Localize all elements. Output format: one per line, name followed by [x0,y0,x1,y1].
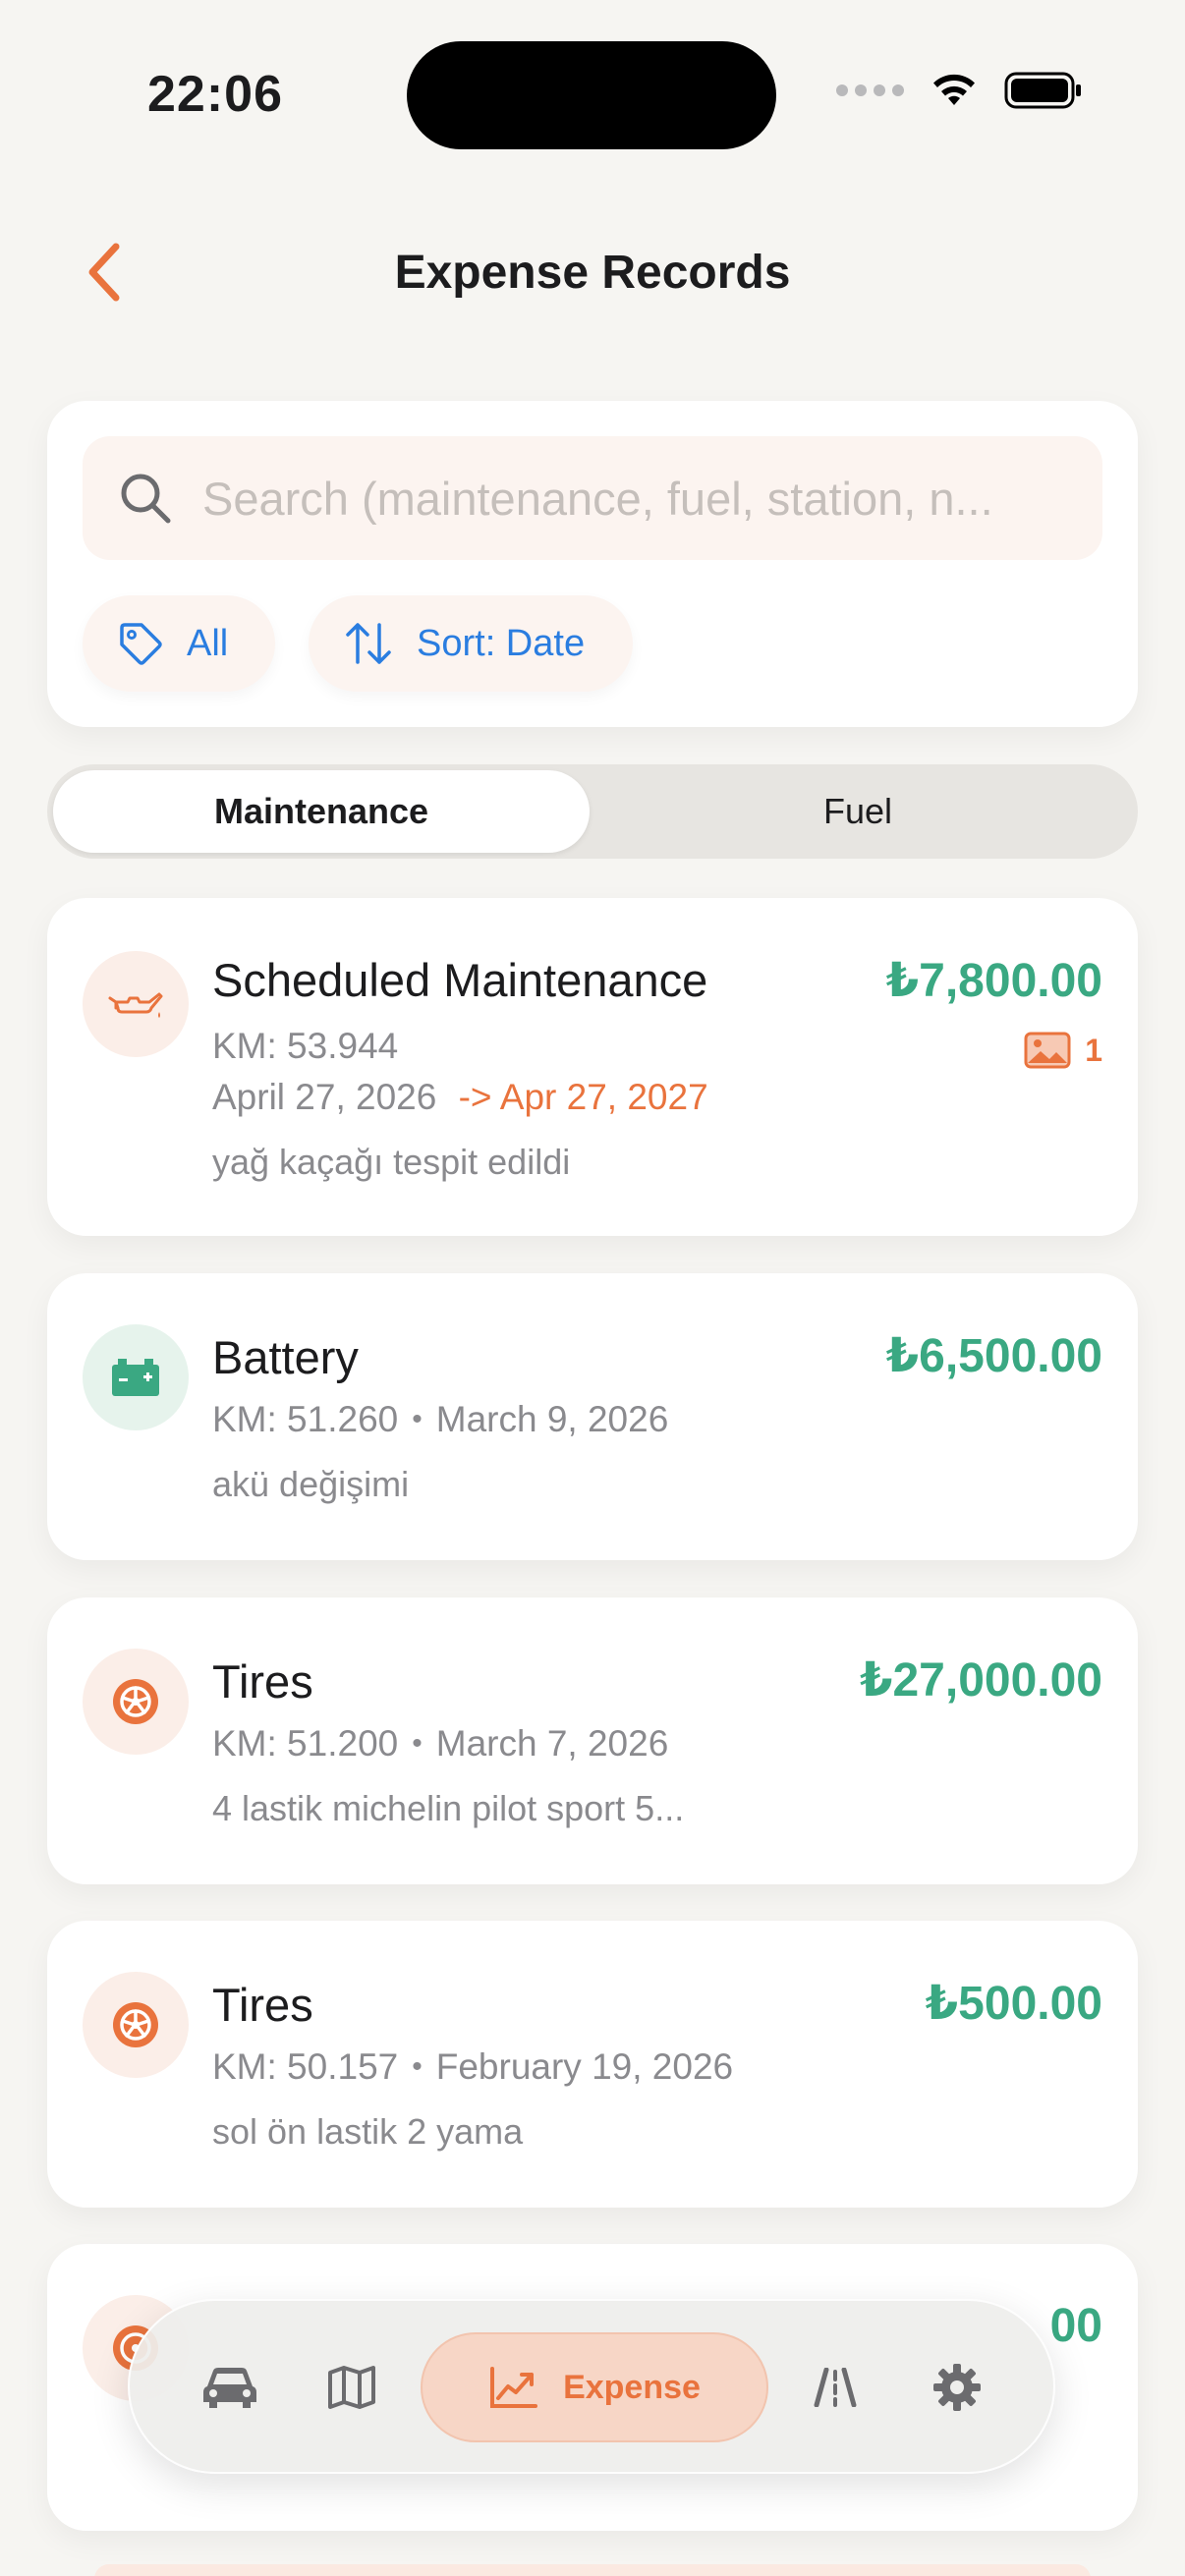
status-time: 22:06 [147,66,283,123]
segment-maintenance[interactable]: Maintenance [53,770,590,853]
record-date: February 19, 2026 [435,2046,734,2087]
filter-chip-all[interactable]: All [83,595,275,692]
record-amount: ₺7,800.00 [885,955,1102,1007]
record-date: March 9, 2026 [435,1399,669,1439]
status-icons [836,71,1083,110]
sort-chip-label: Sort: Date [417,622,586,664]
tire-icon [113,1679,158,1724]
record-date: March 7, 2026 [435,1723,669,1764]
photo-count: 1 [1085,1032,1102,1068]
tab-expense-label: Expense [563,2368,701,2406]
search-input[interactable]: Search (maintenance, fuel, station, n... [83,436,1102,560]
record-km-date: KM: 51.200 • March 7, 2026 [212,1723,669,1764]
bottom-tab-bar: Expense [128,2299,1055,2474]
road-icon [814,2368,857,2407]
segment-fuel[interactable]: Fuel [590,770,1126,853]
record-amount: ₺6,500.00 [885,1330,1102,1382]
record-title: Tires [212,1979,313,2031]
next-record-card-edge [94,2564,1091,2576]
search-filter-card: Search (maintenance, fuel, station, n...… [47,401,1138,727]
status-bar: 22:06 [0,0,1185,187]
map-icon [328,2366,375,2409]
record-amount: ₺500.00 [925,1978,1102,2030]
header: Expense Records [0,206,1185,334]
next-due-date: -> Apr 27, 2027 [458,1077,708,1117]
image-icon [1024,1032,1071,1069]
photo-count-badge[interactable]: 1 [1024,1032,1102,1069]
category-segmented-control: Maintenance Fuel [47,764,1138,859]
search-placeholder: Search (maintenance, fuel, station, n... [202,472,993,525]
tab-settings[interactable] [902,2332,1012,2442]
filter-chip-all-label: All [187,622,229,664]
tab-vehicle[interactable] [175,2332,285,2442]
cellular-signal-icon [836,84,904,96]
oil-can-icon [108,992,163,1018]
dynamic-island [407,41,776,149]
search-icon [118,471,173,526]
battery-status-icon [1004,72,1081,109]
record-note: sol ön lastik 2 yama [212,2111,524,2152]
car-icon [203,2368,256,2408]
record-date: April 27, 2026 [212,1077,437,1117]
tab-map[interactable] [297,2332,407,2442]
tab-road[interactable] [780,2332,890,2442]
record-km: KM: 53.944 [212,1026,399,1066]
trending-chart-icon [490,2367,538,2408]
expense-record-card[interactable]: Tires ₺500.00 KM: 50.157 • February 19, 20… [47,1921,1138,2208]
record-icon-badge [83,1324,189,1430]
page-title: Expense Records [394,247,791,299]
record-title: Tires [212,1655,313,1708]
record-icon-badge [83,1649,189,1755]
tab-expense[interactable]: Expense [421,2332,768,2442]
record-km-date: KM: 51.260 • March 9, 2026 [212,1399,669,1439]
record-date-line: April 27, 2026 -> Apr 27, 2027 [212,1077,708,1118]
record-title: Scheduled Maintenance [212,954,708,1006]
record-km-date: KM: 50.157 • February 19, 2026 [212,2046,734,2087]
tag-icon [120,623,162,665]
tire-icon [113,2002,158,2047]
record-title: Battery [212,1331,359,1383]
sort-chip[interactable]: Sort: Date [309,595,633,692]
battery-icon [112,1359,159,1396]
sort-arrows-icon [346,623,391,664]
record-icon-badge [83,1972,189,2078]
wifi-icon [933,74,975,105]
expense-record-card[interactable]: Tires ₺27,000.00 KM: 51.200 • March 7, 202… [47,1597,1138,1884]
record-note: 4 lastik michelin pilot sport 5... [212,1788,685,1828]
record-note: yağ kaçağı tespit edildi [212,1142,571,1182]
gear-icon [933,2364,981,2411]
expense-record-card[interactable]: Battery ₺6,500.00 KM: 51.260 • March 9, 20… [47,1273,1138,1560]
record-note: akü değişimi [212,1464,410,1504]
record-km: KM: 51.200 [212,1723,399,1764]
record-km: KM: 50.157 [212,2046,399,2087]
record-amount: ₺27,000.00 [860,1654,1102,1707]
record-km: KM: 51.260 [212,1399,399,1439]
expense-record-card[interactable]: Scheduled Maintenance ₺7,800.00 1 KM: 53… [47,898,1138,1236]
record-icon-badge [83,951,189,1057]
record-amount: 00 [1049,2300,1102,2352]
